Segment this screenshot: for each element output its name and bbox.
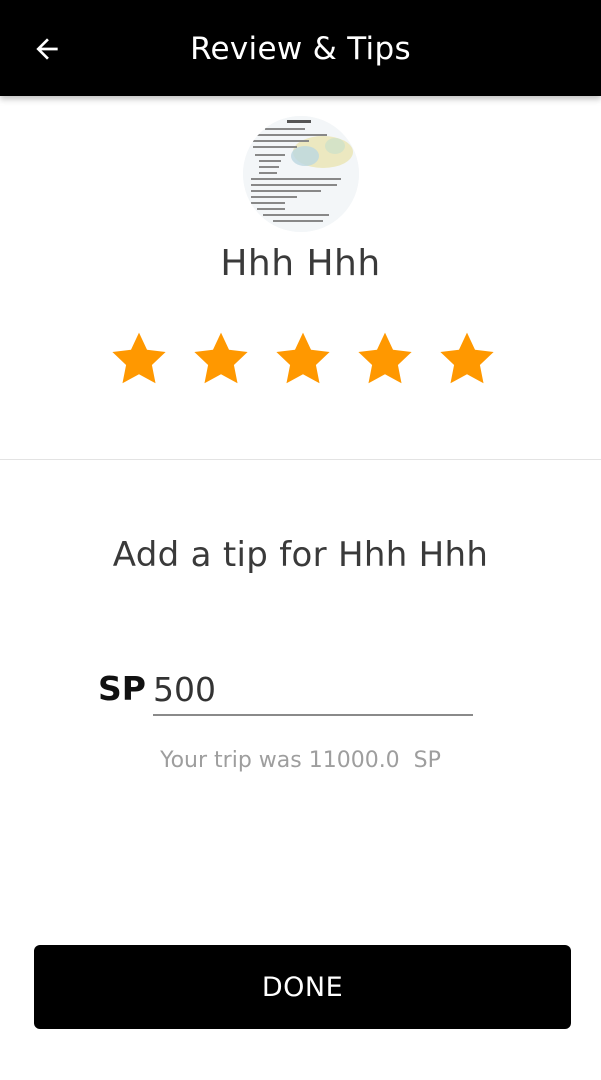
star-icon[interactable]: [108, 328, 170, 390]
done-button[interactable]: DONE: [34, 945, 571, 1029]
tip-amount-input[interactable]: [153, 664, 473, 716]
star-icon[interactable]: [436, 328, 498, 390]
trip-fare-info: Your trip was 11000.0 SP: [160, 748, 441, 773]
section-divider: [0, 459, 601, 460]
driver-avatar: [243, 116, 359, 232]
star-icon[interactable]: [272, 328, 334, 390]
tip-heading: Add a tip for Hhh Hhh: [112, 535, 489, 575]
page-title: Review & Tips: [190, 31, 411, 67]
star-icon[interactable]: [354, 328, 416, 390]
driver-name: Hhh Hhh: [220, 243, 381, 284]
rating-stars[interactable]: [108, 328, 498, 390]
currency-label: SP: [98, 669, 146, 708]
app-bar: Review & Tips: [0, 0, 601, 96]
star-icon[interactable]: [190, 328, 252, 390]
